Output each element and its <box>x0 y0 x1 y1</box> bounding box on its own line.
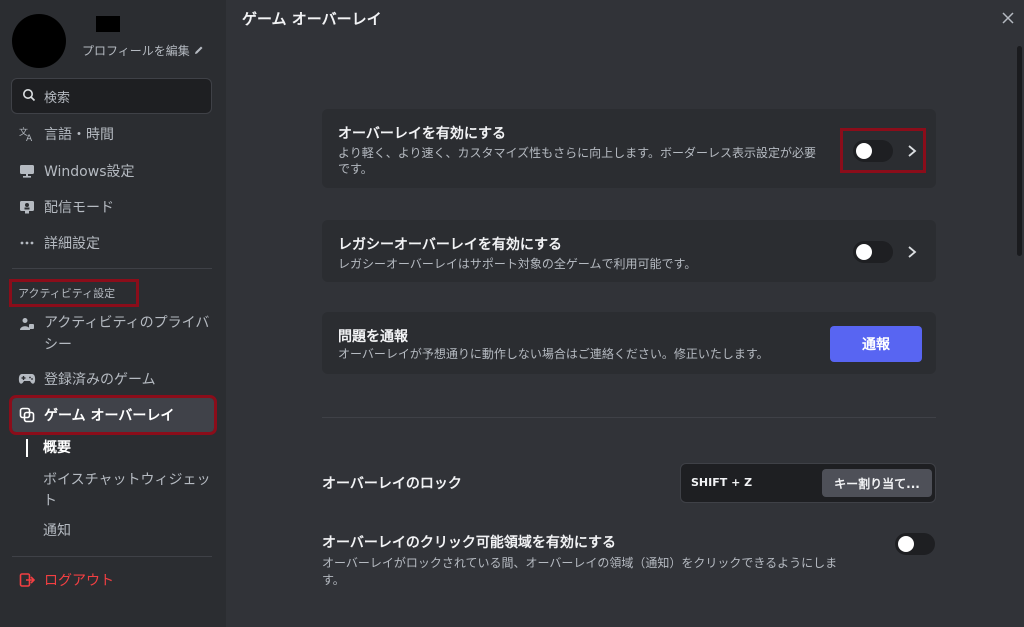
page-title: ゲーム オーバーレイ <box>242 10 382 28</box>
enable-overlay-title: オーバーレイを有効にする <box>338 126 506 142</box>
sidebar-item-advanced[interactable]: 詳細設定 <box>12 226 214 260</box>
language-icon: 文A <box>18 125 36 143</box>
sidebar-item-label: ゲーム オーバーレイ <box>44 408 175 424</box>
subnav-notifications[interactable]: 通知 <box>43 521 233 542</box>
edit-profile-link[interactable]: プロフィールを編集 <box>82 42 204 59</box>
subnav-active-indicator <box>26 439 28 457</box>
logout-label: ログアウト <box>44 573 114 589</box>
sidebar-item-game-overlay[interactable]: ゲーム オーバーレイ <box>9 395 217 435</box>
chevron-right-icon[interactable] <box>906 144 918 158</box>
report-button[interactable]: 通報 <box>830 326 922 362</box>
overlay-lock-keybind[interactable]: SHIFT + Z キー割り当て... <box>680 463 936 503</box>
search-icon <box>22 87 36 106</box>
sidebar-item-registered-games[interactable]: 登録済みのゲーム <box>12 362 214 396</box>
sidebar-divider <box>12 556 212 557</box>
overlay-lock-label: オーバーレイのロック <box>322 476 462 492</box>
logout-button[interactable]: ログアウト <box>12 563 214 597</box>
sidebar-item-label: Windows設定 <box>44 164 135 180</box>
activity-settings-header: アクティビティ設定 <box>9 279 139 307</box>
avatar[interactable] <box>12 14 66 68</box>
sidebar-item-label: 詳細設定 <box>44 236 100 252</box>
subnav-voice-widget[interactable]: ボイスチャットウィジェット <box>43 470 213 512</box>
search-input[interactable]: 検索 <box>11 78 212 114</box>
sidebar-item-label: 言語・時間 <box>44 127 114 143</box>
legacy-overlay-card: レガシーオーバーレイを有効にする レガシーオーバーレイはサポート対象の全ゲームで… <box>322 220 936 282</box>
legacy-overlay-title: レガシーオーバーレイを有効にする <box>338 237 562 253</box>
close-icon <box>1002 9 1014 28</box>
legacy-overlay-desc: レガシーオーバーレイはサポート対象の全ゲームで利用可能です。 <box>338 257 697 271</box>
assign-key-button[interactable]: キー割り当て... <box>822 469 932 497</box>
streamer-mode-icon <box>18 198 36 216</box>
sidebar-item-label: アクティビティのプライバシー <box>44 315 210 353</box>
keybind-value: SHIFT + Z <box>691 476 753 489</box>
sidebar-divider <box>12 268 212 269</box>
enable-overlay-desc: より軽く、より速く、カスタマイズ性もさらに向上します。ボーダーレス表示設定が必要… <box>338 146 816 176</box>
profile-card: プロフィールを編集 <box>10 12 220 68</box>
chevron-right-icon[interactable] <box>906 245 918 259</box>
gamepad-icon <box>18 370 36 388</box>
search-placeholder: 検索 <box>44 90 71 106</box>
sidebar-item-label: 配信モード <box>44 200 114 216</box>
toggle-knob <box>856 244 872 260</box>
report-issue-desc: オーバーレイが予想通りに動作しない場合はご連絡ください。修正いたします。 <box>338 347 769 361</box>
enable-overlay-card: オーバーレイを有効にする より軽く、より速く、カスタマイズ性もさらに向上します。… <box>322 109 936 188</box>
enable-overlay-toggle[interactable] <box>853 140 893 162</box>
subnav-overview[interactable]: 概要 <box>43 438 233 459</box>
edit-profile-label: プロフィールを編集 <box>82 44 190 58</box>
privacy-icon <box>18 315 36 333</box>
clickable-region-toggle[interactable] <box>895 533 935 555</box>
report-issue-title: 問題を通報 <box>338 329 408 345</box>
close-button[interactable] <box>999 9 1017 27</box>
logout-icon <box>18 571 36 589</box>
toggle-knob <box>856 143 872 159</box>
report-issue-card: 問題を通報 オーバーレイが予想通りに動作しない場合はご連絡ください。修正いたしま… <box>322 312 936 374</box>
sidebar-item-language[interactable]: 文A 言語・時間 <box>12 117 214 151</box>
username-redacted <box>96 16 120 32</box>
toggle-knob <box>898 536 914 552</box>
sidebar-item-label: 登録済みのゲーム <box>44 372 156 388</box>
sidebar-item-streamer-mode[interactable]: 配信モード <box>12 190 214 224</box>
svg-text:A: A <box>26 134 33 142</box>
scrollbar[interactable] <box>1017 46 1022 256</box>
legacy-overlay-toggle[interactable] <box>853 241 893 263</box>
clickable-region-desc: オーバーレイがロックされている間、オーバーレイの領域（通知）をクリックできるよう… <box>322 556 838 587</box>
sidebar-item-windows[interactable]: Windows設定 <box>12 154 214 188</box>
settings-sidebar: プロフィールを編集 検索 文A 言語・時間 Windows設定 配信モード 詳細… <box>0 0 226 627</box>
overlay-icon <box>18 406 36 424</box>
more-icon <box>18 234 36 252</box>
sidebar-item-activity-privacy[interactable]: アクティビティのプライバシー <box>12 312 214 356</box>
pencil-icon <box>194 44 204 58</box>
monitor-icon <box>18 162 36 180</box>
clickable-region-label: オーバーレイのクリック可能領域を有効にする <box>322 535 616 551</box>
section-divider <box>322 417 936 418</box>
